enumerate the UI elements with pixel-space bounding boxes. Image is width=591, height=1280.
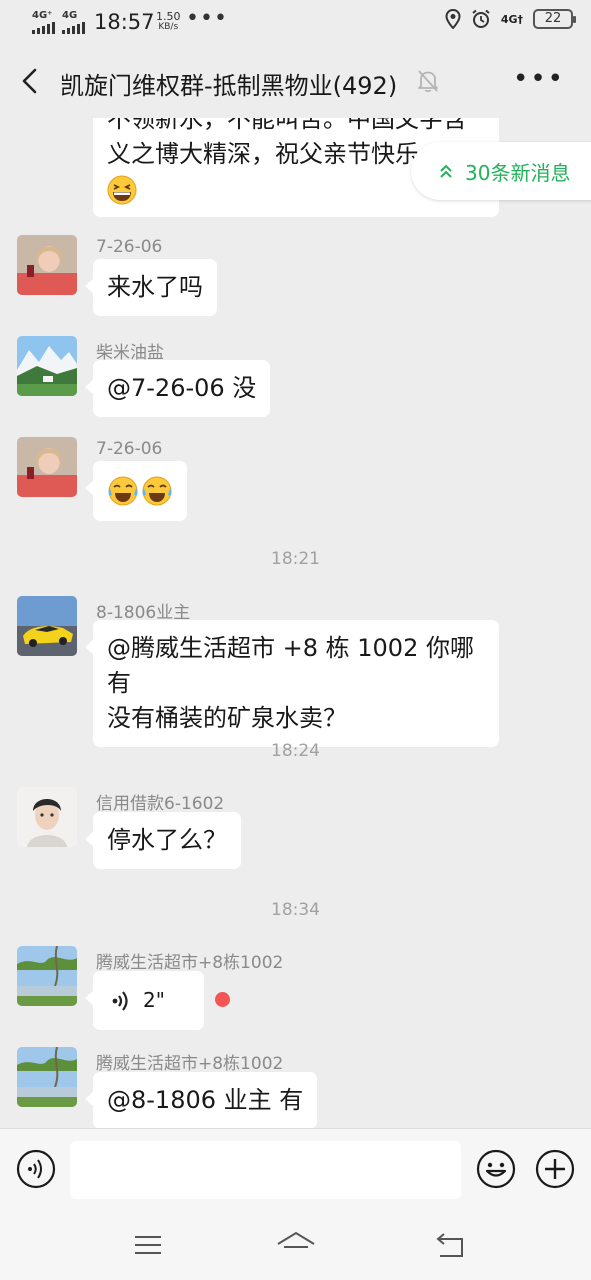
emoji-button[interactable] [476,1149,516,1189]
voice-message-bubble[interactable]: 2" [85,971,204,1030]
status-more-dots: ••• [186,6,228,31]
input-bar [0,1128,591,1212]
avatar-image [17,787,77,847]
signal-bars-icon [62,22,85,34]
voice-input-button[interactable] [16,1149,56,1189]
avatar[interactable] [17,1047,77,1107]
system-nav-bar [0,1212,591,1280]
message-text: 没有桶装的矿泉水卖？ [107,704,347,732]
battery-icon: 22 [533,9,576,29]
unread-dot [215,992,230,1007]
signal-2-label: 4G [62,10,78,21]
message-list[interactable]: 不领新水，不能叫苦。中国文字含 义之博大精深，祝父亲节快乐 30条新消息 7-2… [0,118,591,1128]
back-icon[interactable] [16,66,46,96]
message-bubble[interactable] [85,461,187,521]
more-options-button[interactable]: ••• [513,64,565,94]
message-timestamp: 18:21 [271,549,320,569]
alarm-icon [472,9,490,28]
avatar[interactable] [17,336,77,396]
sender-name: 7-26-06 [96,237,163,257]
voice-wave-icon [112,990,128,1011]
sender-name: 7-26-06 [96,439,163,459]
new-messages-label: 30条新消息 [465,160,571,185]
message-input[interactable] [70,1141,461,1199]
message-timestamp: 18:24 [271,741,320,761]
message-bubble[interactable]: @7-26-06 没 [84,360,271,417]
avatar[interactable] [17,946,77,1006]
signal-1-label: 4G⁺ [32,10,53,21]
grin-squint-emoji-icon [107,175,137,205]
avatar-image [17,235,77,295]
message-text: @8-1806 业主 有 [107,1086,304,1114]
message-timestamp: 18:34 [271,900,320,920]
plus-button[interactable] [535,1149,575,1189]
signal-2: 4G [62,10,85,34]
message-text: @腾威生活超市 +8 栋 1002 你哪有 [107,634,474,697]
message-bubble[interactable]: 停水了么？ [85,812,241,869]
back-nav-icon[interactable] [434,1230,466,1260]
avatar-image [17,336,77,396]
menu-icon[interactable] [133,1230,163,1260]
speed-value: 1.50 [156,10,181,23]
avatar[interactable] [17,235,77,295]
message-text: @7-26-06 没 [107,374,257,402]
avatar[interactable] [17,596,77,656]
status-right: 4G† 22 [445,9,576,29]
avatar-image [17,1047,77,1107]
avatar-image [17,596,77,656]
message-bubble[interactable]: @8-1806 业主 有 [84,1072,318,1128]
sender-name: 腾威生活超市+8栋1002 [96,1054,284,1074]
message-text: 不领新水，不能叫苦。中国文字含 [107,118,467,133]
double-chevron-up-icon [440,164,452,178]
avatar-image [17,946,77,1006]
status-time: 18:57 [94,10,155,34]
mute-bell-icon [418,70,438,93]
avatar[interactable] [17,787,77,847]
voice-duration: 2" [143,988,165,1012]
location-icon [445,9,461,29]
speed-unit: KB/s [158,22,179,32]
avatar[interactable] [17,437,77,497]
message-text: 停水了么？ [107,826,227,854]
network-type: 4G† [500,12,523,26]
sender-name: 信用借款6-1602 [96,794,225,814]
message-bubble[interactable]: 来水了吗 [85,259,217,316]
network-speed: 1.50 KB/s [156,11,181,33]
crying-laughing-emoji-icon [108,476,172,506]
signal-1: 4G⁺ [32,10,55,34]
sender-name: 腾威生活超市+8栋1002 [96,953,284,973]
battery-level: 22 [544,11,562,26]
chat-header: 凯旋门维权群-抵制黑物业(492) ••• [0,46,591,118]
chat-title: 凯旋门维权群-抵制黑物业(492) [60,72,398,100]
avatar-image [17,437,77,497]
message-bubble[interactable]: @腾威生活超市 +8 栋 1002 你哪有 没有桶装的矿泉水卖？ [85,620,499,747]
new-messages-button[interactable]: 30条新消息 [411,142,591,200]
status-bar: 4G⁺ 4G 18:57 1.50 KB/s ••• 4G† 22 [0,0,591,46]
home-icon[interactable] [276,1230,316,1260]
message-text: 来水了吗 [107,273,203,301]
signal-bars-icon [32,22,55,34]
